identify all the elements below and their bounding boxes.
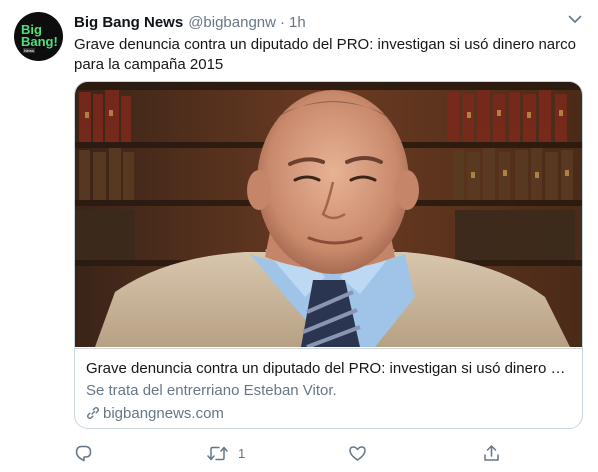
share-icon <box>484 444 499 461</box>
link-card[interactable]: Grave denuncia contra un diputado del PR… <box>74 81 583 429</box>
reply-icon <box>75 445 92 461</box>
tweet[interactable]: Big Bang! News Big Bang News @bigbangnw … <box>0 0 598 472</box>
retweet-button[interactable]: 1 <box>207 440 245 466</box>
like-button[interactable] <box>348 440 377 466</box>
separator-dot: · <box>279 13 285 31</box>
avatar-logo-badge: News <box>23 48 36 53</box>
link-icon <box>87 407 100 419</box>
tweet-actions: 1 <box>74 440 504 466</box>
author-name[interactable]: Big Bang News <box>74 14 183 31</box>
tweet-timestamp[interactable]: 1h <box>289 14 306 31</box>
card-body[interactable]: Grave denuncia contra un diputado del PR… <box>75 348 582 428</box>
retweet-icon <box>207 446 228 460</box>
share-button[interactable] <box>482 440 501 466</box>
retweet-count: 1 <box>238 445 246 461</box>
author-handle[interactable]: @bigbangnw <box>188 14 276 31</box>
reply-button[interactable] <box>74 440 103 466</box>
tweet-header: Big Bang News @bigbangnw · 1h <box>74 12 306 32</box>
chevron-down-icon[interactable] <box>566 10 584 28</box>
heart-icon <box>349 445 366 461</box>
card-title[interactable]: Grave denuncia contra un diputado del PR… <box>86 359 572 379</box>
avatar-logo-line2: Bang! <box>21 34 58 49</box>
card-description: Se trata del entrerriano Esteban Vitor. <box>86 382 337 399</box>
card-domain-text: bigbangnews.com <box>103 404 224 422</box>
tweet-text: Grave denuncia contra un diputado del PR… <box>74 36 576 73</box>
card-domain[interactable]: bigbangnews.com <box>86 403 224 423</box>
avatar[interactable]: Big Bang! News <box>14 12 63 61</box>
card-image[interactable] <box>75 82 582 347</box>
